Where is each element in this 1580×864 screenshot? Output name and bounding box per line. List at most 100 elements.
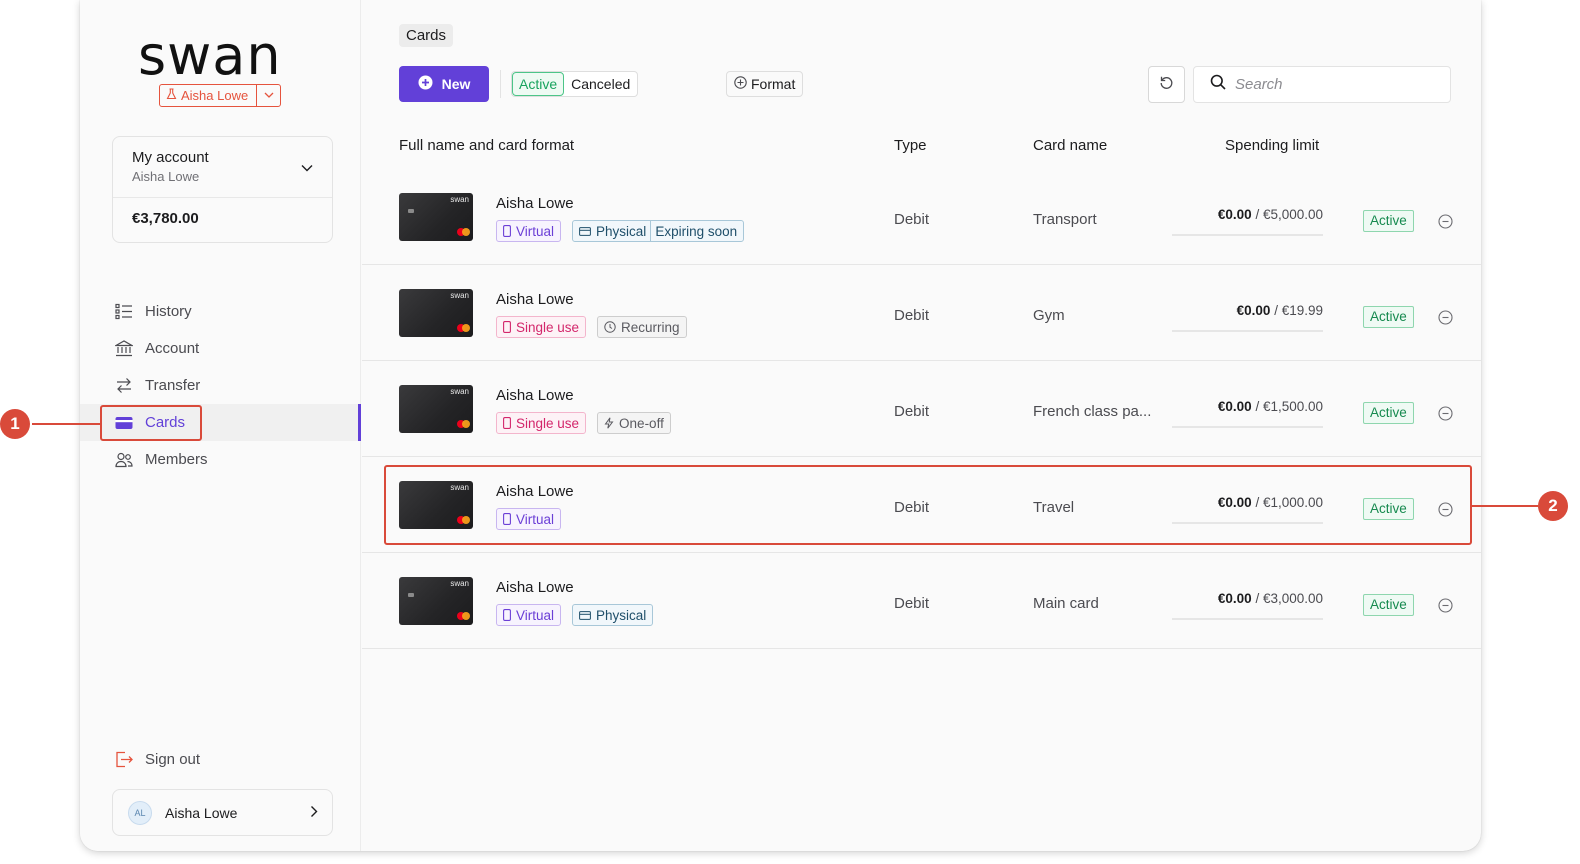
card-name: Main card: [1033, 595, 1099, 612]
spending-limit: €0.00 / €1,500.00: [1172, 399, 1323, 428]
phone-icon: [503, 417, 511, 429]
user-name: Aisha Lowe: [165, 804, 238, 821]
cancel-card-icon[interactable]: [1438, 214, 1453, 229]
account-balance: €3,780.00: [132, 210, 199, 227]
lightning-icon: [604, 417, 614, 429]
cancel-card-icon[interactable]: [1438, 598, 1453, 613]
physical-expiring-tag: Physical Expiring soon: [572, 220, 745, 242]
project-name: Aisha Lowe: [181, 88, 249, 103]
spending-limit: €0.00 / €3,000.00: [1172, 591, 1323, 620]
status-filter-toggle: Active Canceled: [511, 71, 639, 97]
clock-icon: [604, 321, 616, 333]
plus-circle-icon: [734, 76, 747, 92]
chevron-down-icon[interactable]: [301, 159, 313, 177]
search-field: [1193, 66, 1451, 103]
single-use-tag: Single use: [496, 412, 587, 434]
status-badge: Active: [1363, 594, 1414, 616]
virtual-tag: Virtual: [496, 220, 562, 242]
column-header-card-name: Card name: [1033, 137, 1108, 154]
account-owner: Aisha Lowe: [132, 169, 200, 184]
status-badge: Active: [1363, 402, 1414, 424]
breadcrumb: Cards: [399, 24, 454, 47]
sidebar-item-transfer[interactable]: Transfer: [80, 367, 361, 404]
main-content: Cards New Active Canceled Format Search …: [362, 0, 1481, 851]
column-header-spending-limit: Spending limit: [1225, 137, 1320, 154]
refresh-icon: [1159, 75, 1174, 95]
app-window: swan Aisha Lowe My account Aisha Lowe €3…: [80, 0, 1481, 851]
account-card[interactable]: My account Aisha Lowe €3,780.00: [112, 136, 333, 243]
column-header-type: Type: [894, 137, 927, 154]
card-type: Debit: [894, 403, 930, 420]
table-row[interactable]: swan Aisha Lowe Virtual Physical Expirin…: [362, 169, 1481, 265]
virtual-tag: Virtual: [496, 604, 562, 626]
card-name: Gym: [1033, 307, 1065, 324]
card-thumbnail: swan: [399, 577, 473, 625]
recurring-tag: Recurring: [597, 316, 687, 338]
single-use-tag: Single use: [496, 316, 587, 338]
column-header-name: Full name and card format: [399, 137, 575, 154]
flask-icon: [166, 88, 177, 103]
account-title: My account: [132, 149, 209, 166]
annotation-badge-1: 1: [0, 409, 30, 439]
phone-icon: [503, 225, 511, 237]
card-icon: [579, 610, 591, 620]
spending-limit: €0.00 / €19.99: [1172, 303, 1323, 332]
sidebar-nav: History Account Transfer Cards Members: [80, 293, 361, 478]
sign-out-button[interactable]: Sign out: [115, 750, 200, 768]
filter-active-button[interactable]: Active: [512, 72, 565, 96]
annotation-line-1: [32, 423, 100, 425]
format-filter-button[interactable]: Format: [726, 71, 804, 97]
filter-canceled-button[interactable]: Canceled: [564, 72, 637, 96]
sidebar-item-label: Members: [145, 451, 208, 468]
sidebar-item-members[interactable]: Members: [80, 441, 361, 478]
spending-limit: €0.00 / €5,000.00: [1172, 207, 1323, 236]
annotation-line-2: [1472, 505, 1538, 507]
sign-out-label: Sign out: [145, 750, 201, 768]
table-row[interactable]: swan Aisha Lowe Single use One-off Debit…: [362, 361, 1481, 457]
bank-icon: [115, 340, 133, 358]
card-icon: [579, 226, 591, 236]
transfer-arrows-icon: [115, 377, 133, 395]
user-profile-card[interactable]: AL Aisha Lowe: [112, 789, 333, 836]
phone-icon: [503, 321, 511, 333]
annotation-box-2: [384, 465, 1472, 545]
status-badge: Active: [1363, 306, 1414, 328]
cancel-card-icon[interactable]: [1438, 406, 1453, 421]
chevron-down-icon[interactable]: [257, 85, 280, 106]
people-icon: [115, 451, 133, 469]
card-holder-name: Aisha Lowe: [496, 291, 574, 308]
sidebar-item-label: Transfer: [145, 377, 201, 394]
table-row[interactable]: swan Aisha Lowe Virtual Physical Debit M…: [362, 553, 1481, 649]
card-name: Transport: [1033, 211, 1097, 228]
search-input[interactable]: [1235, 76, 1435, 93]
sidebar-item-history[interactable]: History: [80, 293, 361, 330]
card-thumbnail: swan: [399, 289, 473, 337]
card-thumbnail: swan: [399, 385, 473, 433]
status-badge: Active: [1363, 210, 1414, 232]
cancel-card-icon[interactable]: [1438, 310, 1453, 325]
sidebar-item-label: Account: [145, 340, 200, 357]
sidebar-item-account[interactable]: Account: [80, 330, 361, 367]
toolbar-divider: [500, 70, 501, 98]
new-card-button[interactable]: New: [399, 66, 489, 102]
card-name: French class pa...: [1033, 403, 1152, 420]
project-selector[interactable]: Aisha Lowe: [159, 84, 282, 107]
sign-out-icon: [115, 750, 133, 768]
format-label: Format: [751, 76, 796, 92]
swan-logo: swan: [138, 24, 282, 87]
chevron-right-icon: [310, 805, 318, 821]
history-list-icon: [115, 303, 133, 321]
one-off-tag: One-off: [597, 412, 671, 434]
new-button-label: New: [441, 76, 471, 92]
sidebar-item-label: History: [145, 303, 192, 320]
card-holder-name: Aisha Lowe: [496, 387, 574, 404]
card-thumbnail: swan: [399, 193, 473, 241]
annotation-box-1: [100, 405, 202, 441]
card-type: Debit: [894, 595, 930, 612]
table-row[interactable]: swan Aisha Lowe Single use Recurring Deb…: [362, 265, 1481, 361]
refresh-button[interactable]: [1148, 66, 1185, 103]
card-holder-name: Aisha Lowe: [496, 579, 574, 596]
avatar: AL: [128, 800, 152, 825]
search-icon: [1210, 74, 1226, 95]
physical-tag: Physical: [572, 604, 654, 626]
